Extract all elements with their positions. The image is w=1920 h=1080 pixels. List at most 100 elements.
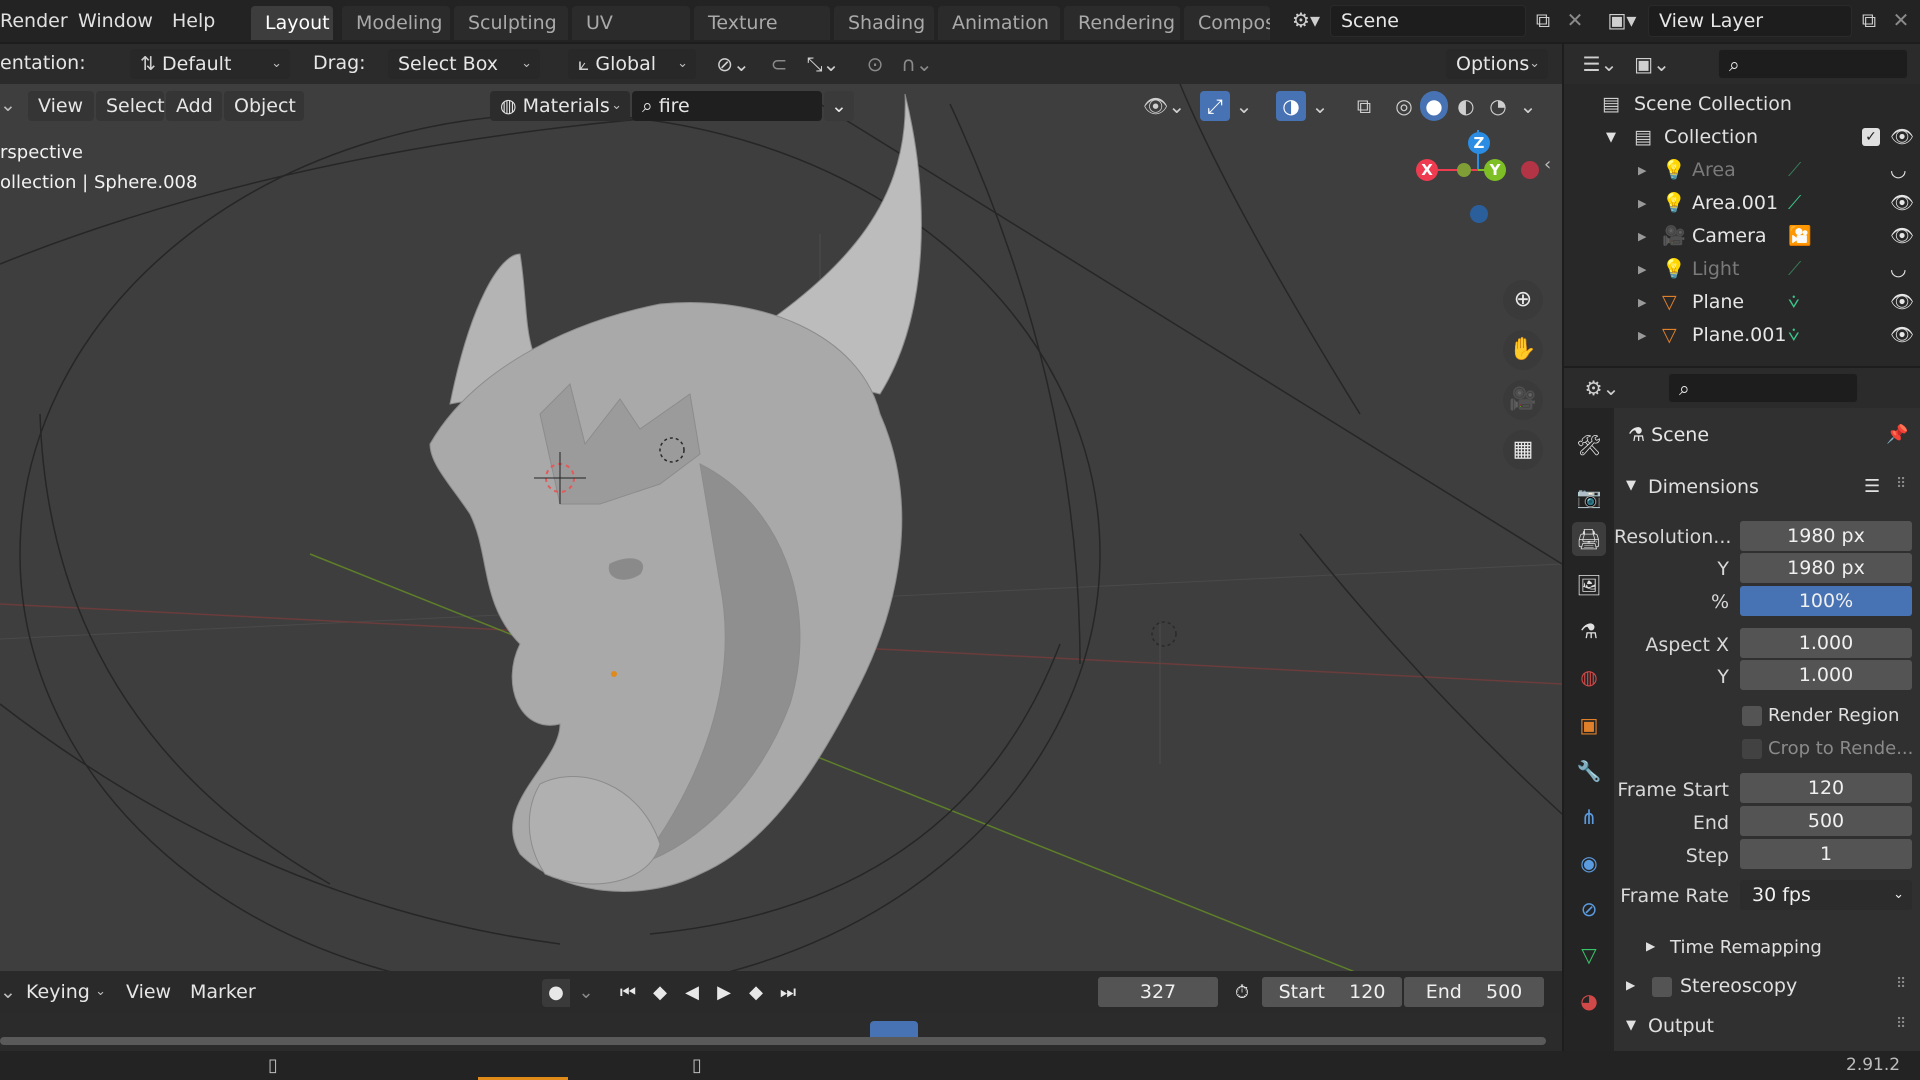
camera-view-icon[interactable]: 🎥 [1503, 380, 1543, 420]
light-data-icon[interactable]: ⟋ [1788, 253, 1801, 286]
expand-arrow-icon[interactable]: ▶ [1638, 187, 1646, 220]
scene-collection-row[interactable]: ▤ Scene Collection [1564, 88, 1920, 121]
expand-arrow-icon[interactable]: ▼ [1606, 121, 1616, 154]
new-view-layer-icon[interactable]: ⧉ [1854, 5, 1884, 35]
menu-help[interactable]: Help [172, 10, 215, 32]
start-frame-field[interactable]: Start 120 [1262, 977, 1402, 1007]
object-tab-icon[interactable]: ▣ [1572, 708, 1606, 742]
perspective-grid-icon[interactable]: ▦ [1503, 430, 1543, 470]
stereoscopy-panel-header[interactable]: ▶ Stereoscopy ⠿ [1614, 970, 1920, 1006]
jump-start-icon[interactable]: ⏮ [614, 979, 642, 1007]
delete-view-layer-icon[interactable]: ✕ [1886, 5, 1916, 35]
proportional-editing-icon[interactable]: ⊙ [860, 49, 890, 79]
editor-type-icon[interactable]: ⌄ [0, 981, 16, 1003]
transform-orientation-dropdown[interactable]: ⟀ Global ⌄ [568, 49, 696, 79]
current-frame-field[interactable]: 327 [1098, 977, 1218, 1007]
camera-data-icon[interactable]: 🎦 [1788, 220, 1812, 253]
world-tab-icon[interactable]: ◍ [1572, 660, 1606, 694]
eye-icon[interactable]: 👁 [1890, 286, 1914, 319]
expand-arrow-icon[interactable]: ▶ [1638, 154, 1646, 187]
search-dropdown-icon[interactable]: ⌄ [824, 91, 854, 121]
scene-name-field[interactable]: Scene [1330, 5, 1526, 37]
options-dropdown[interactable]: Options ⌄ [1446, 49, 1548, 79]
material-search-field[interactable]: ⌕ fire [632, 91, 822, 121]
tab-uv-editing[interactable]: UV Editing [572, 6, 690, 68]
resolution-x-field[interactable]: 1980 px [1740, 521, 1912, 551]
tab-animation[interactable]: Animation [938, 6, 1060, 40]
menu-render[interactable]: Render [0, 10, 68, 32]
output-tab-icon[interactable]: 🖨 [1572, 522, 1606, 556]
outliner-item-row[interactable]: ▶ ▽ Plane.001 ⩒ 👁 [1564, 319, 1920, 352]
material-shading-icon[interactable]: ◐ [1452, 91, 1480, 121]
tab-shading[interactable]: Shading [834, 6, 934, 40]
light-data-icon[interactable]: ⟋ [1788, 154, 1801, 187]
next-keyframe-icon[interactable]: ◆ [742, 979, 770, 1007]
checkbox-icon[interactable]: ✓ [1862, 128, 1880, 146]
outliner-item-row[interactable]: ▶ 🎥 Camera 🎦 👁 [1564, 220, 1920, 253]
overlay-dropdown-icon[interactable]: ⌄ [1310, 91, 1330, 121]
scene-selector-icon[interactable]: ⚙▾ [1284, 5, 1328, 35]
tab-modeling[interactable]: Modeling [342, 6, 450, 40]
shading-dropdown-icon[interactable]: ⌄ [1518, 91, 1538, 121]
menu-object[interactable]: Object [224, 91, 304, 121]
mesh-data-icon[interactable]: ⩒ [1788, 286, 1800, 319]
record-options-icon[interactable]: ⌄ [572, 979, 600, 1007]
delete-scene-icon[interactable]: ✕ [1560, 5, 1590, 35]
dimensions-panel-header[interactable]: ▼ Dimensions ☰ ⠿ [1614, 470, 1920, 506]
menu-add[interactable]: Add [166, 91, 222, 121]
aspect-y-field[interactable]: 1.000 [1740, 660, 1912, 690]
3d-viewport[interactable]: Z X Y rspective ollection | Sphere.008 ⊕… [0, 84, 1562, 971]
timeline-menu-view[interactable]: View [126, 981, 171, 1003]
outliner-item-row[interactable]: ▶ 💡 Light ⟋ ◡ [1564, 253, 1920, 286]
zoom-icon[interactable]: ⊕ [1503, 280, 1543, 320]
xray-toggle-icon[interactable]: ⧉ [1350, 91, 1378, 121]
pan-hand-icon[interactable]: ✋ [1503, 330, 1543, 370]
drag-handle-icon[interactable]: ⠿ [1896, 1016, 1906, 1032]
prev-keyframe-icon[interactable]: ◆ [646, 979, 674, 1007]
eye-closed-icon[interactable]: ◡ [1890, 154, 1907, 187]
particles-tab-icon[interactable]: ⋔ [1572, 800, 1606, 834]
outliner-search-field[interactable]: ⌕ [1718, 49, 1908, 79]
falloff-icon[interactable]: ∩⌄ [894, 49, 940, 79]
drag-handle-icon[interactable]: ⠿ [1896, 476, 1906, 492]
data-tab-icon[interactable]: ▽ [1572, 938, 1606, 972]
constraints-tab-icon[interactable]: ⊘ [1572, 892, 1606, 926]
render-tab-icon[interactable]: 📷 [1572, 480, 1606, 514]
snap-icon[interactable]: ⊂ [764, 49, 794, 79]
collection-row[interactable]: ▼ ▤ Collection ✓ 👁 [1564, 121, 1920, 154]
drag-dropdown[interactable]: Select Box ⌄ [388, 49, 540, 79]
stopwatch-icon[interactable]: ⏱ [1228, 979, 1256, 1007]
view-layer-field[interactable]: View Layer [1648, 5, 1852, 37]
overlay-toggle-icon[interactable]: ◑ [1276, 91, 1306, 121]
tab-rendering[interactable]: Rendering [1064, 6, 1180, 40]
physics-tab-icon[interactable]: ◉ [1572, 846, 1606, 880]
mesh-data-icon[interactable]: ⩒ [1788, 319, 1800, 352]
eye-icon[interactable]: 👁 [1890, 220, 1914, 253]
view-layer-selector-icon[interactable]: ▣▾ [1600, 5, 1644, 35]
menu-select[interactable]: Select [96, 91, 165, 121]
gizmo-y-axis[interactable]: Y [1484, 159, 1506, 181]
timeline-body[interactable] [0, 1013, 1562, 1051]
menu-window[interactable]: Window [78, 10, 153, 32]
resolution-percent-field[interactable]: 100% [1740, 586, 1912, 616]
gizmo-z-axis[interactable]: Z [1468, 132, 1490, 154]
time-remapping-subpanel[interactable]: ▶ Time Remapping [1644, 934, 1904, 964]
visibility-selector-icon[interactable]: 👁⌄ [1140, 91, 1188, 121]
shading-material-dropdown[interactable]: ◍ Materials ⌄ [490, 91, 630, 121]
tab-compositing[interactable]: Compos [1184, 6, 1270, 40]
eye-closed-icon[interactable]: ◡ [1890, 253, 1907, 286]
crop-checkbox[interactable] [1742, 739, 1762, 759]
record-icon[interactable]: ● [542, 979, 570, 1007]
stereoscopy-checkbox[interactable] [1652, 977, 1672, 997]
wireframe-shading-icon[interactable]: ◎ [1390, 91, 1418, 121]
end-frame-field[interactable]: End 500 [1404, 977, 1544, 1007]
view-layer-tab-icon[interactable]: 🖼 [1572, 568, 1606, 602]
expand-arrow-icon[interactable]: ▶ [1638, 253, 1646, 286]
tool-tab-icon[interactable]: 🛠 [1572, 428, 1606, 462]
frame-start-field[interactable]: 120 [1740, 773, 1912, 803]
play-reverse-icon[interactable]: ◀ [678, 979, 706, 1007]
gizmo-x-axis[interactable]: X [1416, 159, 1438, 181]
scene-tab-icon[interactable]: ⚗ [1572, 614, 1606, 648]
frame-rate-dropdown[interactable]: 30 fps ⌄ [1740, 880, 1912, 910]
new-scene-icon[interactable]: ⧉ [1528, 5, 1558, 35]
